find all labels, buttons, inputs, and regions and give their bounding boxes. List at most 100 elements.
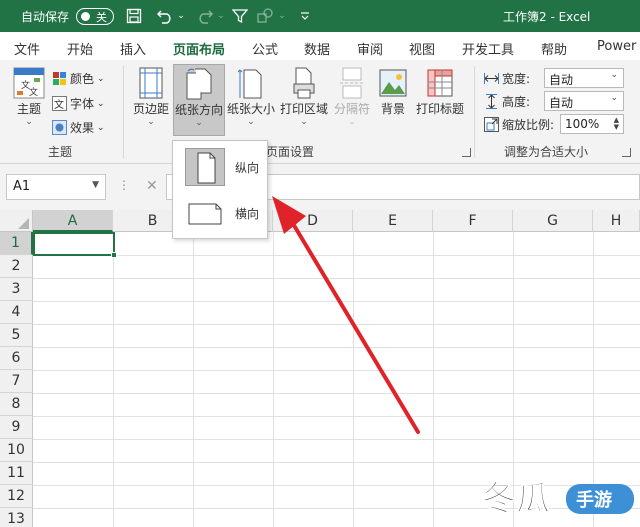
scale-launcher-icon[interactable] (622, 148, 631, 157)
row-header-3[interactable]: 3 (0, 278, 33, 301)
fill-handle[interactable] (111, 252, 117, 258)
orientation-button[interactable]: 纸张方向 ⌄ (173, 64, 225, 136)
width-dropdown[interactable]: 自动 ⌄ (544, 68, 624, 88)
shapes-dropdown-icon[interactable]: ⌄ (277, 6, 287, 26)
row-header-10[interactable]: 10 (0, 439, 33, 462)
undo-dropdown-icon[interactable]: ⌄ (176, 6, 186, 26)
ribbon-tabs: 文件 开始 插入 页面布局 公式 数据 审阅 视图 开发工具 帮助 Power (0, 32, 640, 65)
themes-button[interactable]: 文 文 主题 ⌄ (8, 66, 50, 127)
orientation-landscape-item[interactable]: 横向 (177, 191, 265, 235)
tab-view[interactable]: 视图 (409, 39, 435, 58)
row-header-11[interactable]: 11 (0, 462, 33, 485)
paper-size-icon (238, 69, 262, 99)
colors-button[interactable]: 颜色 ⌄ (52, 70, 105, 87)
margins-button[interactable]: 页边距 ⌄ (130, 66, 172, 127)
height-dropdown[interactable]: 自动 ⌄ (544, 91, 624, 111)
autosave-label: 自动保存 (21, 10, 70, 24)
svg-text:文: 文 (29, 86, 38, 98)
tab-developer[interactable]: 开发工具 (462, 39, 514, 58)
margins-icon (139, 67, 163, 99)
group-label-themes: 主题 (48, 145, 73, 159)
row-header-13[interactable]: 13 (0, 508, 33, 527)
themes-label: 主题 (16, 102, 41, 116)
row-header-2[interactable]: 2 (0, 255, 33, 278)
autosave-toggle[interactable]: 关 (76, 8, 114, 25)
grid-vline (113, 232, 114, 527)
background-button[interactable]: 背景 (374, 66, 412, 117)
tab-formulas[interactable]: 公式 (252, 39, 278, 58)
size-button[interactable]: 纸张大小 ⌄ (226, 66, 276, 127)
grid-vline (353, 232, 354, 527)
tab-review[interactable]: 审阅 (357, 39, 383, 58)
select-all-corner[interactable] (0, 210, 33, 232)
spinner-arrows-icon[interactable]: ▲ ▼ (614, 117, 619, 131)
column-header-e[interactable]: E (353, 210, 433, 232)
column-header-a[interactable]: A (33, 210, 113, 232)
active-cell[interactable] (33, 232, 117, 258)
scale-value: 100% (565, 117, 600, 131)
tab-data[interactable]: 数据 (304, 39, 330, 58)
select-all-icon (18, 218, 29, 229)
undo-icon[interactable] (154, 6, 176, 26)
tab-power[interactable]: Power (597, 39, 636, 54)
height-label-row: 高度: (484, 93, 530, 110)
tab-insert[interactable]: 插入 (120, 39, 146, 58)
grid-hline (33, 255, 640, 256)
breaks-icon (340, 67, 364, 99)
column-header-f[interactable]: F (433, 210, 513, 232)
grid-vline (273, 232, 274, 527)
print-area-icon (293, 67, 315, 99)
row-header-6[interactable]: 6 (0, 347, 33, 370)
cancel-icon[interactable]: ✕ (146, 178, 158, 194)
ribbon: 文 文 主题 ⌄ 颜色 ⌄ 文 字体 ⌄ 效果 ⌄ 主题 页边距 ⌄ 纸张方向 … (0, 60, 640, 164)
tab-file[interactable]: 文件 (14, 39, 40, 58)
group-label-page-setup: 页面设置 (266, 145, 315, 159)
grid-hline (33, 462, 640, 463)
portrait-page-icon (197, 152, 216, 184)
page-setup-launcher-icon[interactable] (462, 148, 471, 157)
tab-help[interactable]: 帮助 (541, 39, 567, 58)
chevron-down-icon: ▼ (92, 180, 99, 190)
scale-spinner[interactable]: 100% ▲ ▼ (560, 114, 624, 134)
filter-icon[interactable] (230, 6, 250, 26)
chevron-down-icon: ⌄ (25, 117, 33, 127)
print-titles-icon (427, 69, 453, 97)
row-header-1[interactable]: 1 (0, 232, 33, 255)
chevron-down-icon: ⌄ (348, 117, 356, 127)
themes-icon: 文 文 (13, 67, 45, 99)
colors-label: 颜色 (70, 72, 95, 86)
chevron-down-icon: ⌄ (97, 98, 105, 109)
orientation-icon (186, 68, 212, 100)
column-header-h[interactable]: H (593, 210, 640, 232)
row-header-4[interactable]: 4 (0, 301, 33, 324)
width-label-row: 宽度: (484, 70, 530, 87)
row-header-9[interactable]: 9 (0, 416, 33, 439)
tab-home[interactable]: 开始 (67, 39, 93, 58)
chevron-down-icon: ⌄ (97, 122, 105, 133)
fonts-button[interactable]: 文 字体 ⌄ (52, 95, 105, 112)
grid-hline (33, 439, 640, 440)
redo-dropdown-icon[interactable]: ⌄ (216, 6, 226, 26)
window-title: 工作簿2 - Excel (503, 10, 591, 24)
save-icon[interactable] (124, 6, 144, 26)
orientation-portrait-item[interactable]: 纵向 (177, 145, 265, 189)
effects-button[interactable]: 效果 ⌄ (52, 119, 105, 136)
print-area-button[interactable]: 打印区域 ⌄ (278, 66, 330, 127)
effects-icon (52, 120, 67, 135)
column-header-g[interactable]: G (513, 210, 593, 232)
group-label-scale-to-fit: 调整为合适大小 (504, 145, 589, 159)
redo-icon[interactable] (194, 6, 216, 26)
name-box[interactable]: A1 ▼ (6, 174, 106, 200)
column-header-d[interactable]: D (273, 210, 353, 232)
row-header-5[interactable]: 5 (0, 324, 33, 347)
breaks-button[interactable]: 分隔符 ⌄ (332, 66, 372, 127)
customize-qat-icon[interactable] (298, 6, 312, 26)
row-header-7[interactable]: 7 (0, 370, 33, 393)
row-header-12[interactable]: 12 (0, 485, 33, 508)
shapes-icon[interactable] (254, 6, 276, 26)
tab-page-layout[interactable]: 页面布局 (173, 39, 226, 65)
orientation-label: 纸张方向 (174, 103, 223, 117)
orientation-menu: 纵向 横向 (172, 140, 268, 239)
row-header-8[interactable]: 8 (0, 393, 33, 416)
print-titles-button[interactable]: 打印标题 (414, 66, 466, 117)
